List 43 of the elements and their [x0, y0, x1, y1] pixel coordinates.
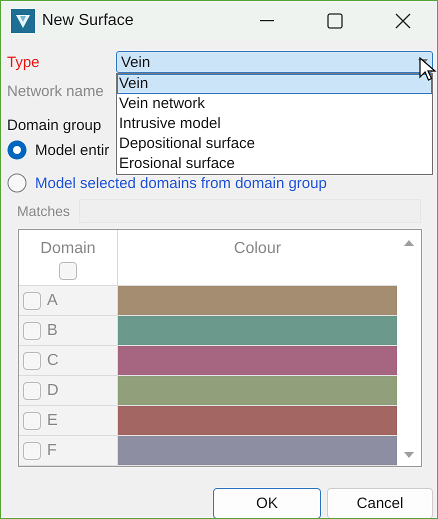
window-title: New Surface	[42, 12, 135, 30]
domain-name: D	[47, 382, 59, 400]
domain-group-label: Domain group	[7, 116, 102, 134]
colour-swatch[interactable]	[118, 286, 397, 316]
radio-label: Model selected domains from domain group	[35, 174, 327, 192]
colour-swatch[interactable]	[118, 406, 397, 436]
ok-button[interactable]: OK	[213, 488, 321, 518]
dropdown-option[interactable]: Intrusive model	[117, 114, 432, 134]
radio-button[interactable]	[7, 173, 27, 193]
dropdown-option[interactable]: Depositional surface	[117, 134, 432, 154]
row-checkbox[interactable]	[23, 322, 41, 340]
minimize-icon[interactable]	[260, 20, 274, 22]
row-checkbox[interactable]	[23, 352, 41, 370]
type-dropdown[interactable]: Vein	[116, 51, 433, 73]
column-title: Domain	[40, 240, 96, 258]
row-checkbox[interactable]	[23, 442, 41, 460]
dropdown-option[interactable]: Erosional surface	[117, 154, 432, 174]
row-checkbox[interactable]	[23, 382, 41, 400]
colour-swatch[interactable]	[118, 346, 397, 376]
close-icon[interactable]	[395, 13, 411, 29]
radio-label: Model entir	[35, 142, 110, 158]
matches-label: Matches	[17, 203, 70, 219]
row-checkbox[interactable]	[23, 292, 41, 310]
colour-swatch[interactable]	[118, 436, 397, 466]
app-icon	[11, 9, 35, 33]
dropdown-option[interactable]: Vein network	[117, 94, 432, 114]
domain-name: F	[47, 442, 57, 460]
domain-name: A	[47, 292, 58, 310]
colour-swatch[interactable]	[118, 376, 397, 406]
select-all-checkbox[interactable]	[59, 262, 77, 280]
network-name-label: Network name	[7, 82, 105, 100]
radio-button[interactable]	[7, 140, 27, 160]
scroll-up-icon[interactable]	[404, 240, 414, 246]
type-label: Type	[7, 54, 41, 70]
maximize-icon[interactable]	[327, 13, 343, 29]
domain-name: B	[47, 322, 58, 340]
row-checkbox[interactable]	[23, 412, 41, 430]
cancel-button[interactable]: Cancel	[327, 488, 433, 518]
domain-name: E	[47, 412, 58, 430]
scroll-down-icon[interactable]	[404, 452, 414, 458]
colour-swatch[interactable]	[118, 316, 397, 346]
domain-name: C	[47, 352, 59, 370]
dropdown-option[interactable]: Vein	[117, 74, 432, 94]
